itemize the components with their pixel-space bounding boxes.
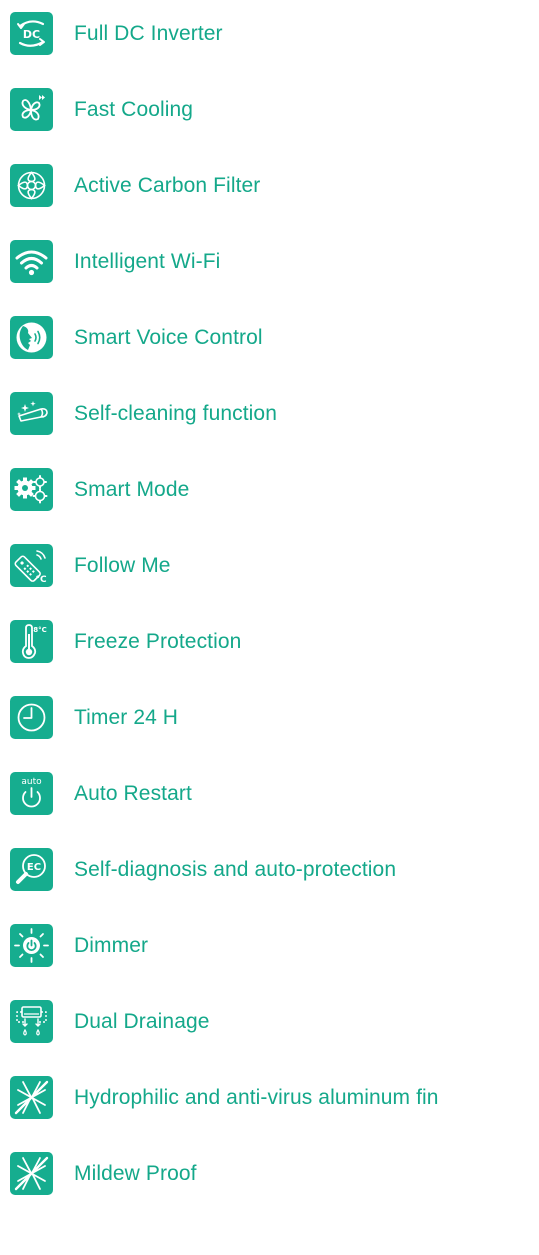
dc-inverter-icon: DC [10,12,53,55]
feature-label: Full DC Inverter [74,22,223,45]
feature-label: Self-cleaning function [74,402,277,425]
feature-label: Fast Cooling [74,98,194,121]
feature-item-hydrophilic-fin: Hydrophilic and anti-virus aluminum fin [0,1076,539,1120]
ec-icon-text: EC [27,862,41,873]
self-clean-icon [10,392,53,435]
thermometer-icon: 8°C [10,620,53,663]
freeze-temp-text: 8°C [33,626,47,634]
feature-item-follow-me: °C Follow Me [0,544,539,588]
feature-item-dual-drainage: Dual Drainage [0,1000,539,1044]
feature-label: Dimmer [74,934,149,957]
feature-item-mildew-proof: Mildew Proof [0,1152,539,1196]
diagnosis-icon: EC [10,848,53,891]
feature-label: Hydrophilic and anti-virus aluminum fin [74,1086,439,1109]
feature-label: Active Carbon Filter [74,174,261,197]
feature-item-self-cleaning: Self-cleaning function [0,392,539,436]
filter-icon [10,164,53,207]
feature-item-full-dc-inverter: DC Full DC Inverter [0,12,539,56]
feature-label: Follow Me [74,554,171,577]
clock-icon [10,696,53,739]
feature-label: Dual Drainage [74,1010,210,1033]
voice-icon [10,316,53,359]
dimmer-icon [10,924,53,967]
feature-item-active-carbon-filter: Active Carbon Filter [0,164,539,208]
feature-label: Smart Mode [74,478,190,501]
feature-item-auto-restart: auto Auto Restart [0,772,539,816]
feature-item-dimmer: Dimmer [0,924,539,968]
drainage-icon [10,1000,53,1043]
fin-icon [10,1076,53,1119]
remote-icon: °C [10,544,53,587]
feature-label: Mildew Proof [74,1162,197,1185]
feature-label: Auto Restart [74,782,192,805]
mildew-icon [10,1152,53,1195]
feature-label: Smart Voice Control [74,326,263,349]
gears-icon [10,468,53,511]
feature-item-fast-cooling: Fast Cooling [0,88,539,132]
dc-icon-text: DC [23,28,40,41]
feature-list: DC Full DC Inverter Fast Cooling Active … [0,0,539,1255]
wifi-icon [10,240,53,283]
fan-icon [10,88,53,131]
feature-item-smart-mode: Smart Mode [0,468,539,512]
feature-item-timer: Timer 24 H [0,696,539,740]
feature-item-freeze-protection: 8°C Freeze Protection [0,620,539,664]
celsius-icon-text: °C [35,575,47,585]
feature-label: Intelligent Wi-Fi [74,250,221,273]
feature-item-intelligent-wifi: Intelligent Wi-Fi [0,240,539,284]
auto-icon-text: auto [21,777,42,787]
feature-label: Timer 24 H [74,706,179,729]
power-icon: auto [10,772,53,815]
feature-item-self-diagnosis: EC Self-diagnosis and auto-protection [0,848,539,892]
feature-label: Freeze Protection [74,630,242,653]
feature-label: Self-diagnosis and auto-protection [74,858,397,881]
feature-item-smart-voice-control: Smart Voice Control [0,316,539,360]
